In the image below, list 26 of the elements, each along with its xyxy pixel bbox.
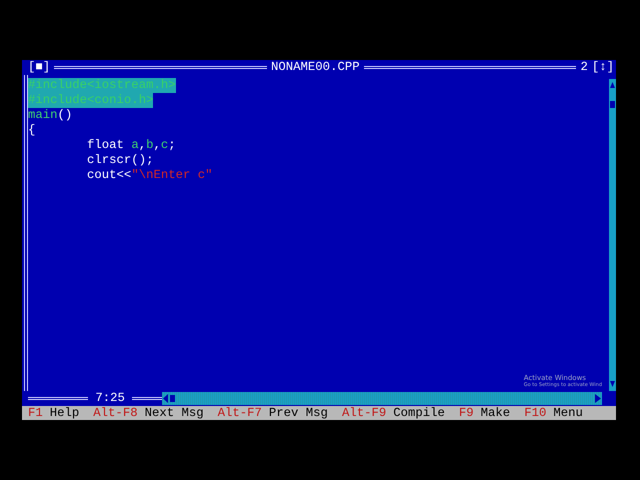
code-line: cout<<"\nEnter c" bbox=[86, 168, 212, 183]
scroll-right-icon[interactable] bbox=[594, 393, 602, 404]
hotkey[interactable]: Alt-F8 bbox=[93, 406, 138, 420]
code-line: { bbox=[28, 123, 36, 138]
cursor-position: 7:25 bbox=[94, 391, 126, 406]
vertical-scrollbar[interactable] bbox=[609, 79, 616, 391]
hotkey[interactable]: F1 bbox=[28, 406, 43, 420]
horizontal-scrollbar[interactable] bbox=[162, 392, 602, 405]
window-number: 2 bbox=[580, 60, 588, 75]
zoom-box[interactable]: [↕] bbox=[592, 60, 614, 75]
hotkey-label: Prev Msg bbox=[268, 406, 328, 420]
hotkey[interactable]: Alt-F7 bbox=[218, 406, 262, 420]
hotkey[interactable]: F10 bbox=[524, 406, 546, 420]
close-box[interactable]: [■] bbox=[28, 60, 50, 75]
hotkey-label: Help bbox=[50, 406, 80, 420]
hotkey-label: Compile bbox=[393, 406, 445, 420]
window-title: NONAME00.CPP bbox=[271, 60, 360, 75]
hotkey-label: Menu bbox=[553, 406, 583, 420]
code-line: main() bbox=[28, 108, 72, 123]
scroll-left-icon[interactable] bbox=[162, 393, 176, 404]
code-line: clrscr(); bbox=[86, 153, 154, 168]
hotkey-label: Next Msg bbox=[144, 406, 204, 420]
hotkey-label: Make bbox=[480, 406, 510, 420]
hotkey[interactable]: F9 bbox=[458, 406, 474, 420]
hotkey[interactable]: Alt-F9 bbox=[342, 406, 386, 420]
code-line: float a,b,c; bbox=[86, 138, 176, 153]
